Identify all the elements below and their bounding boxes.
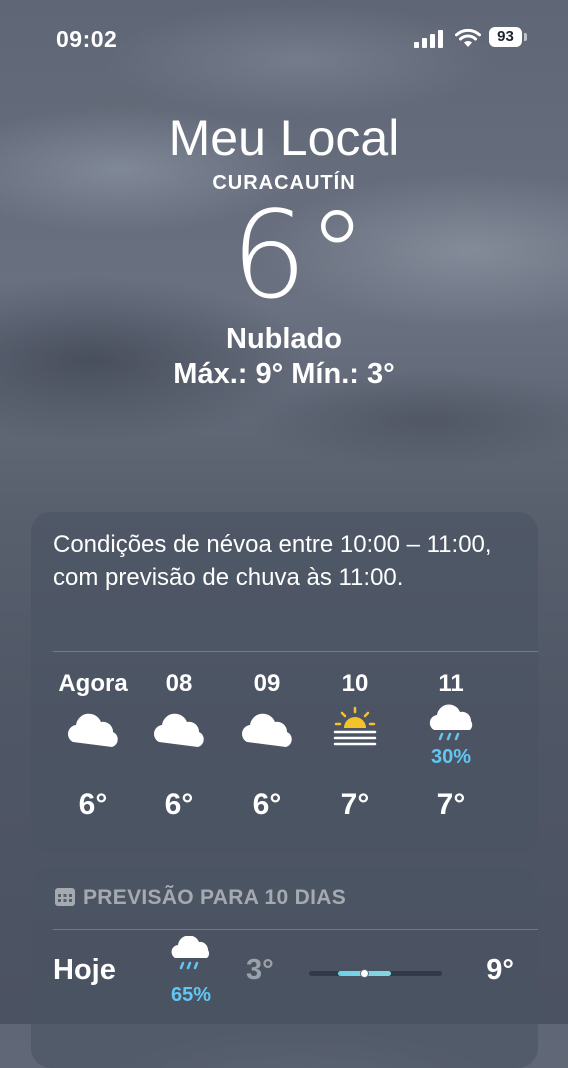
hour-temperature: 7° xyxy=(340,788,370,821)
card-divider xyxy=(53,651,538,652)
hourly-forecast-card[interactable]: Condições de névoa entre 10:00 – 11:00, … xyxy=(31,512,538,853)
forecast-summary: Condições de névoa entre 10:00 – 11:00, … xyxy=(53,531,492,591)
current-temperature-marker xyxy=(360,969,370,978)
hour-label: 10 xyxy=(341,670,369,697)
precipitation-chance: 30% xyxy=(430,746,472,768)
day-name: Hoje xyxy=(53,954,116,986)
hour-item: Agora 6° xyxy=(43,668,143,822)
hourly-forecast-list[interactable]: Agora 6° 08 6° 09 6° 10 7° 11 30% 7° xyxy=(31,668,538,838)
high-low-temperature: Máx.: 9° Mín.: 3° xyxy=(173,358,395,390)
hour-item: 09 6° xyxy=(217,668,317,822)
day-max-temperature: 9° xyxy=(486,954,514,986)
hour-item: 11 30% 7° xyxy=(401,668,501,822)
cloud-icon xyxy=(217,700,317,770)
ten-day-title: PREVISÃO PARA 10 DIAS xyxy=(83,886,347,909)
wifi-icon xyxy=(455,28,481,47)
hour-label: 08 xyxy=(165,670,193,697)
hour-label: 11 xyxy=(438,670,464,697)
day-row[interactable]: Hoje 65% 3° 9° xyxy=(31,930,538,1020)
current-condition: Nublado xyxy=(226,323,342,355)
ten-day-header: PREVISÃO PARA 10 DIAS xyxy=(55,886,346,910)
day-min-temperature: 3° xyxy=(246,954,274,986)
location-title: Meu Local xyxy=(168,110,400,166)
hour-label: 09 xyxy=(253,670,281,697)
current-weather-header: Meu Local CURACAUTÍN 6° Nublado Máx.: 9°… xyxy=(0,108,568,391)
cloud-rain-icon: 30% xyxy=(401,700,501,770)
calendar-icon xyxy=(55,888,75,906)
status-time: 09:02 xyxy=(56,26,118,52)
hour-temperature: 7° xyxy=(436,788,466,821)
current-temperature: 6° xyxy=(230,187,368,326)
cloud-icon xyxy=(43,700,143,770)
cloud-icon xyxy=(129,700,229,770)
hour-temperature: 6° xyxy=(78,788,108,821)
precipitation-chance: 65% xyxy=(170,984,212,1006)
hour-item: 10 7° xyxy=(305,668,405,822)
temperature-range-bar xyxy=(309,969,442,978)
cellular-signal-icon xyxy=(414,30,444,48)
cloud-rain-icon xyxy=(171,936,210,970)
hour-label: Agora xyxy=(58,670,128,697)
fog-sun-icon xyxy=(305,700,405,770)
ten-day-forecast-card[interactable]: PREVISÃO PARA 10 DIAS Hoje 65% 3° 9° xyxy=(31,868,538,1068)
status-bar: 09:02 93 xyxy=(0,22,568,56)
battery-cap xyxy=(524,33,527,41)
hour-item: 08 6° xyxy=(129,668,229,822)
hour-temperature: 6° xyxy=(252,788,282,821)
hour-temperature: 6° xyxy=(164,788,194,821)
battery-level: 93 xyxy=(489,27,522,47)
